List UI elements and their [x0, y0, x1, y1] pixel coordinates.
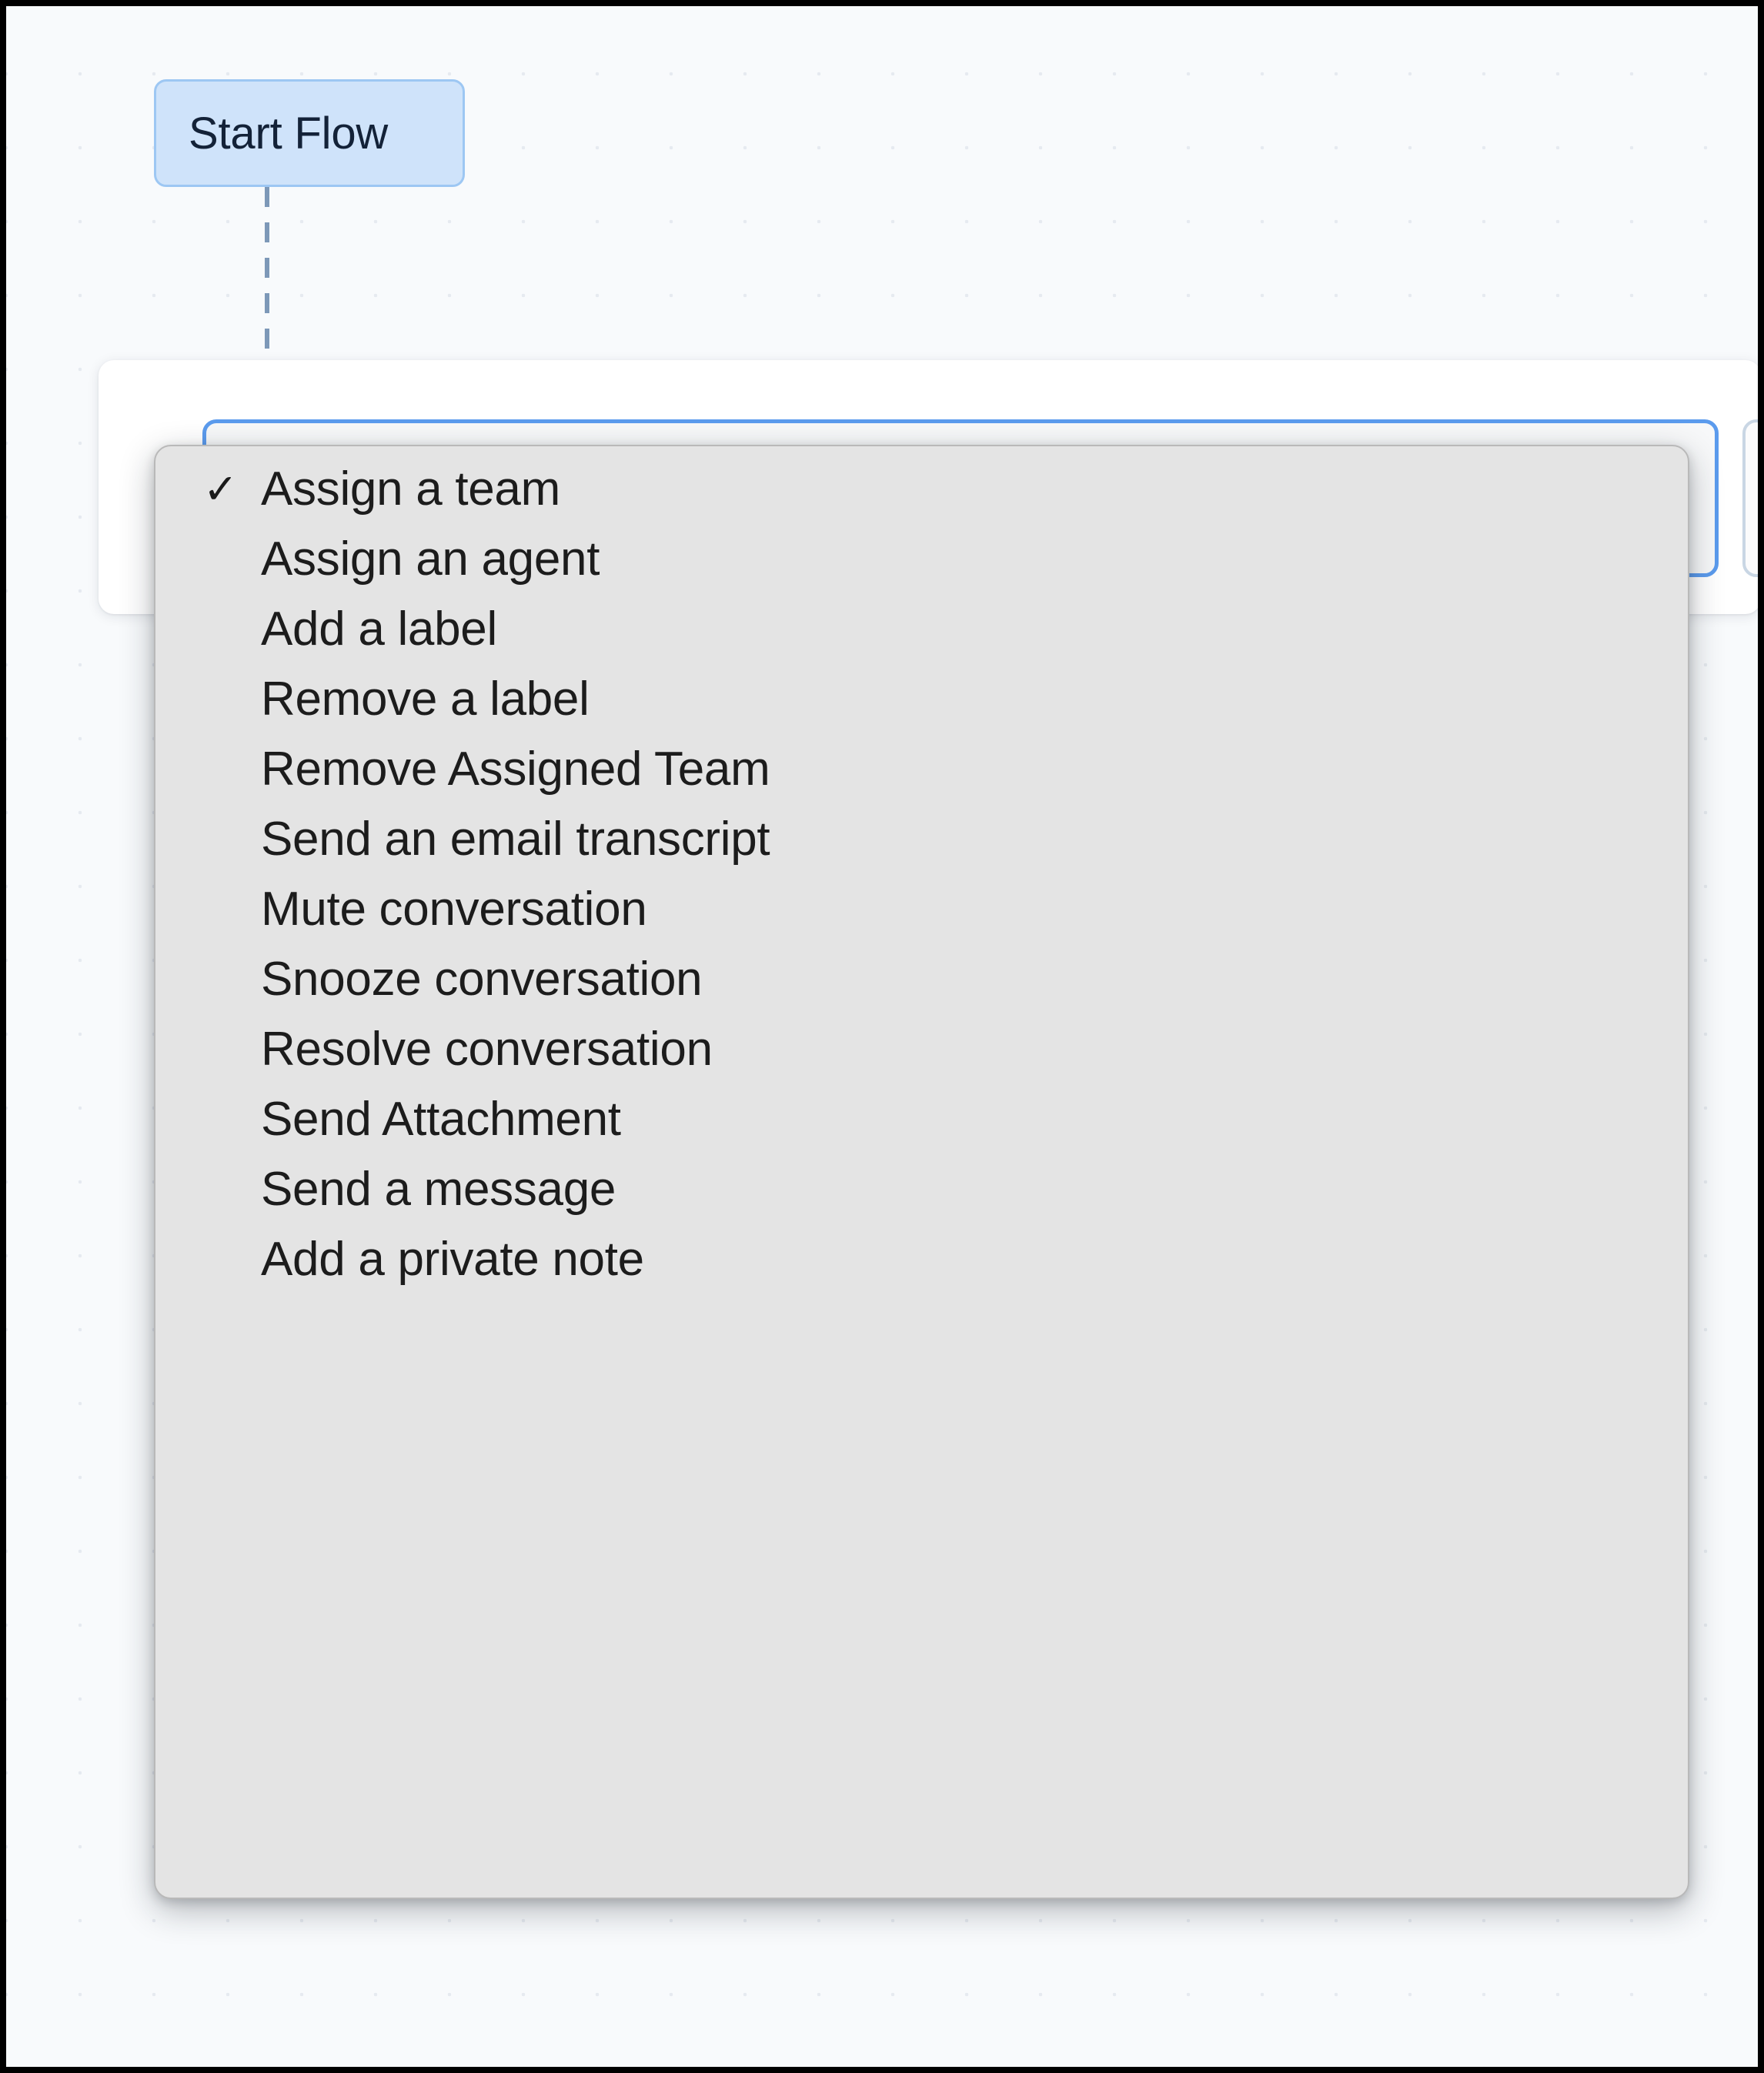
menu-item-resolve-conversation[interactable]: Resolve conversation [155, 1014, 1688, 1084]
menu-item-remove-a-label[interactable]: Remove a label [155, 664, 1688, 734]
menu-item-label: Mute conversation [261, 882, 647, 936]
menu-item-label: Add a label [261, 602, 497, 656]
menu-item-label: Send a message [261, 1162, 616, 1216]
menu-item-remove-assigned-team[interactable]: Remove Assigned Team [155, 734, 1688, 804]
menu-item-send-attachment[interactable]: Send Attachment [155, 1084, 1688, 1154]
menu-item-label: Remove Assigned Team [261, 742, 770, 796]
menu-item-send-an-email-transcript[interactable]: Send an email transcript [155, 804, 1688, 874]
check-icon: ✓ [203, 466, 239, 512]
menu-item-label: Assign a team [261, 462, 560, 516]
action-type-dropdown-menu[interactable]: ✓ Assign a team Assign an agent Add a la… [154, 445, 1689, 1899]
menu-item-label: Resolve conversation [261, 1022, 713, 1076]
menu-item-label: Send Attachment [261, 1092, 621, 1146]
menu-item-label: Assign an agent [261, 532, 600, 586]
menu-item-send-a-message[interactable]: Send a message [155, 1154, 1688, 1224]
action-node-secondary-control[interactable] [1742, 419, 1758, 577]
start-flow-node[interactable]: Start Flow [154, 79, 465, 187]
start-flow-label: Start Flow [189, 108, 389, 159]
menu-item-label: Remove a label [261, 672, 590, 726]
menu-item-mute-conversation[interactable]: Mute conversation [155, 874, 1688, 944]
menu-item-add-a-label[interactable]: Add a label [155, 594, 1688, 664]
menu-item-assign-an-agent[interactable]: Assign an agent [155, 524, 1688, 594]
flow-canvas[interactable]: Start Flow Assign a team ✓ Assign a team… [6, 6, 1758, 2067]
menu-item-label: Add a private note [261, 1232, 644, 1286]
menu-item-label: Snooze conversation [261, 952, 703, 1006]
menu-item-add-a-private-note[interactable]: Add a private note [155, 1224, 1688, 1294]
menu-item-label: Send an email transcript [261, 812, 770, 866]
menu-item-assign-a-team[interactable]: ✓ Assign a team [155, 454, 1688, 524]
menu-item-snooze-conversation[interactable]: Snooze conversation [155, 944, 1688, 1014]
